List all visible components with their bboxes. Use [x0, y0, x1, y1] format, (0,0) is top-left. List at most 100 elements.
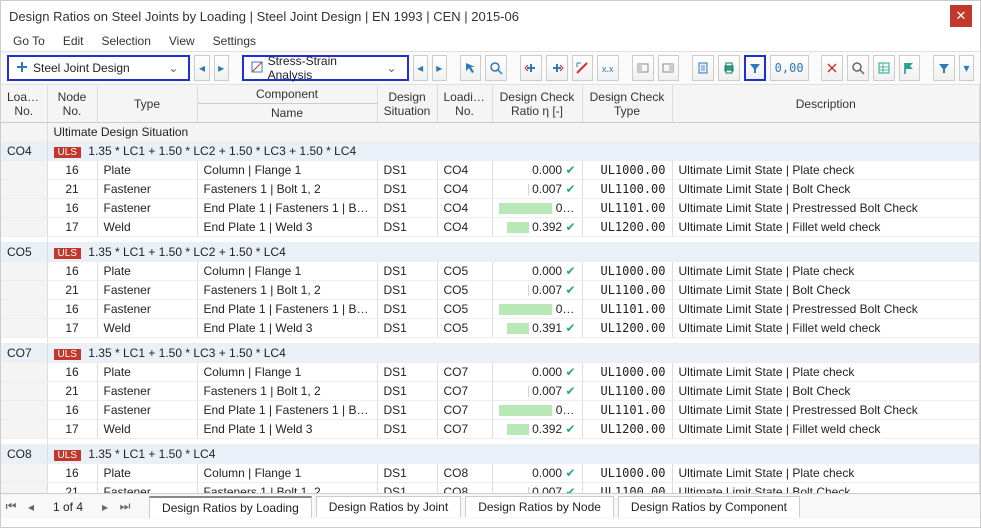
cell-lno: CO4 [437, 218, 492, 237]
col-loading-no2[interactable]: LoadingNo. [437, 85, 492, 123]
table-row[interactable]: 21FastenerFasteners 1 | Bolt 1, 2DS1CO4 … [1, 180, 980, 199]
nav-prev-button[interactable]: ◂ [194, 55, 209, 81]
cell-lno: CO8 [437, 483, 492, 494]
col-node-no[interactable]: NodeNo. [47, 85, 97, 123]
stress-icon [250, 60, 264, 77]
tool-zoom-icon[interactable] [485, 55, 507, 81]
table-row[interactable]: 16PlateColumn | Flange 1DS1CO4 0.000 ✔UL… [1, 161, 980, 180]
cell-check: UL1101.00 [582, 401, 672, 420]
tool-flag-icon[interactable] [899, 55, 921, 81]
table-row[interactable]: 17WeldEnd Plate 1 | Weld 3DS1CO7 0.392 ✔… [1, 420, 980, 439]
table-row[interactable]: 21FastenerFasteners 1 | Bolt 1, 2DS1CO7 … [1, 382, 980, 401]
cell-type: Fastener [97, 483, 197, 494]
close-button[interactable]: ✕ [950, 5, 972, 27]
col-type[interactable]: Type [97, 85, 197, 123]
table-row[interactable]: 17WeldEnd Plate 1 | Weld 3DS1CO5 0.391 ✔… [1, 319, 980, 338]
col-loading-no[interactable]: LoadingNo. [1, 85, 47, 123]
menu-view[interactable]: View [169, 34, 195, 48]
tool-dimension-icon[interactable]: x.x [597, 55, 619, 81]
col-ratio[interactable]: Design CheckRatio η [-] [492, 85, 582, 123]
cell-check: UL1200.00 [582, 420, 672, 439]
table-row[interactable]: 16PlateColumn | Flange 1DS1CO7 0.000 ✔UL… [1, 363, 980, 382]
cell-desc: Ultimate Limit State | Bolt Check [672, 483, 980, 494]
cell-check: UL1100.00 [582, 382, 672, 401]
menu-settings[interactable]: Settings [213, 34, 256, 48]
tool-dropdown-icon[interactable]: ▾ [959, 55, 974, 81]
col-description[interactable]: Description [672, 85, 980, 123]
table-row[interactable]: 16FastenerEnd Plate 1 | Fasteners 1 | Bo… [1, 401, 980, 420]
table-row[interactable]: 16FastenerEnd Plate 1 | Fasteners 1 | Bo… [1, 199, 980, 218]
page-next-button[interactable]: ▸ [95, 495, 115, 519]
cell-node: 21 [47, 483, 97, 494]
cell-ds: DS1 [377, 262, 437, 281]
tool-filter2-icon[interactable] [933, 55, 955, 81]
design-module-label: Steel Joint Design [29, 61, 164, 75]
tool-search-icon[interactable] [847, 55, 869, 81]
cell-ds: DS1 [377, 319, 437, 338]
menu-goto[interactable]: Go To [13, 34, 45, 48]
cell-check: UL1101.00 [582, 300, 672, 319]
tool-precision[interactable]: 0,00 [770, 55, 809, 81]
cell-blank [1, 319, 47, 338]
tool-measure-icon[interactable] [572, 55, 594, 81]
tool-joint-next-icon[interactable] [546, 55, 568, 81]
cell-blank [1, 262, 47, 281]
cell-blank [1, 464, 47, 483]
tool-delete-icon[interactable] [821, 55, 843, 81]
cell-lno: CO4 [437, 180, 492, 199]
cell-desc: Ultimate Limit State | Plate check [672, 363, 980, 382]
tool-print-icon[interactable] [718, 55, 740, 81]
cell-node: 16 [47, 262, 97, 281]
tab-by-component[interactable]: Design Ratios by Component [618, 496, 800, 517]
group-formula: ULS 1.35 * LC1 + 1.50 * LC2 + 1.50 * LC4 [47, 243, 980, 262]
tool-panel2-icon[interactable] [658, 55, 680, 81]
table-row[interactable]: 16PlateColumn | Flange 1DS1CO8 0.000 ✔UL… [1, 464, 980, 483]
page-first-button[interactable]: ⏮ [1, 495, 21, 519]
chevron-down-icon: ⌄ [383, 61, 401, 75]
cell-ratio: 0.007 ✔ [492, 483, 582, 494]
tool-report-icon[interactable] [692, 55, 714, 81]
cell-ratio: 0.000 ✔ [492, 262, 582, 281]
cell-node: 21 [47, 382, 97, 401]
col-design-situation[interactable]: DesignSituation [377, 85, 437, 123]
cell-check: UL1000.00 [582, 464, 672, 483]
cell-lno: CO7 [437, 382, 492, 401]
cell-node: 16 [47, 161, 97, 180]
table-row[interactable]: 21FastenerFasteners 1 | Bolt 1, 2DS1CO8 … [1, 483, 980, 494]
cell-blank [1, 161, 47, 180]
table-row[interactable]: 16FastenerEnd Plate 1 | Fasteners 1 | Bo… [1, 300, 980, 319]
cell-blank [1, 281, 47, 300]
tool-joint-prev-icon[interactable] [520, 55, 542, 81]
tool-table-icon[interactable] [873, 55, 895, 81]
tab-by-joint[interactable]: Design Ratios by Joint [316, 496, 461, 517]
page-prev-button[interactable]: ◂ [21, 495, 41, 519]
col-component-name[interactable]: Name [197, 104, 377, 123]
col-check-type[interactable]: Design CheckType [582, 85, 672, 123]
cell-type: Fastener [97, 281, 197, 300]
col-component[interactable]: Component [197, 85, 377, 104]
cell-node: 21 [47, 180, 97, 199]
tab-by-node[interactable]: Design Ratios by Node [465, 496, 614, 517]
design-module-select[interactable]: Steel Joint Design ⌄ [7, 55, 190, 81]
table-row[interactable]: 17WeldEnd Plate 1 | Weld 3DS1CO4 0.392 ✔… [1, 218, 980, 237]
cell-desc: Ultimate Limit State | Bolt Check [672, 382, 980, 401]
nav-next-button[interactable]: ▸ [214, 55, 229, 81]
cell-check: UL1000.00 [582, 161, 672, 180]
cell-ratio: 0.392 ✔ [492, 420, 582, 439]
tool-select-icon[interactable] [460, 55, 482, 81]
tab-by-loading[interactable]: Design Ratios by Loading [149, 496, 312, 518]
tool-panel1-icon[interactable] [632, 55, 654, 81]
nav-next-button-2[interactable]: ▸ [432, 55, 447, 81]
cell-type: Plate [97, 363, 197, 382]
table-row[interactable]: 16PlateColumn | Flange 1DS1CO5 0.000 ✔UL… [1, 262, 980, 281]
cell-blank [1, 199, 47, 218]
nav-prev-button-2[interactable]: ◂ [413, 55, 428, 81]
tool-filter-icon[interactable] [744, 55, 766, 81]
menu-edit[interactable]: Edit [63, 34, 84, 48]
cell-component: Fasteners 1 | Bolt 1, 2 [197, 483, 377, 494]
table-row[interactable]: 21FastenerFasteners 1 | Bolt 1, 2DS1CO5 … [1, 281, 980, 300]
menu-selection[interactable]: Selection [102, 34, 151, 48]
cell-node: 16 [47, 300, 97, 319]
analysis-type-select[interactable]: Stress-Strain Analysis ⌄ [242, 55, 409, 81]
page-last-button[interactable]: ⏭ [115, 495, 135, 519]
